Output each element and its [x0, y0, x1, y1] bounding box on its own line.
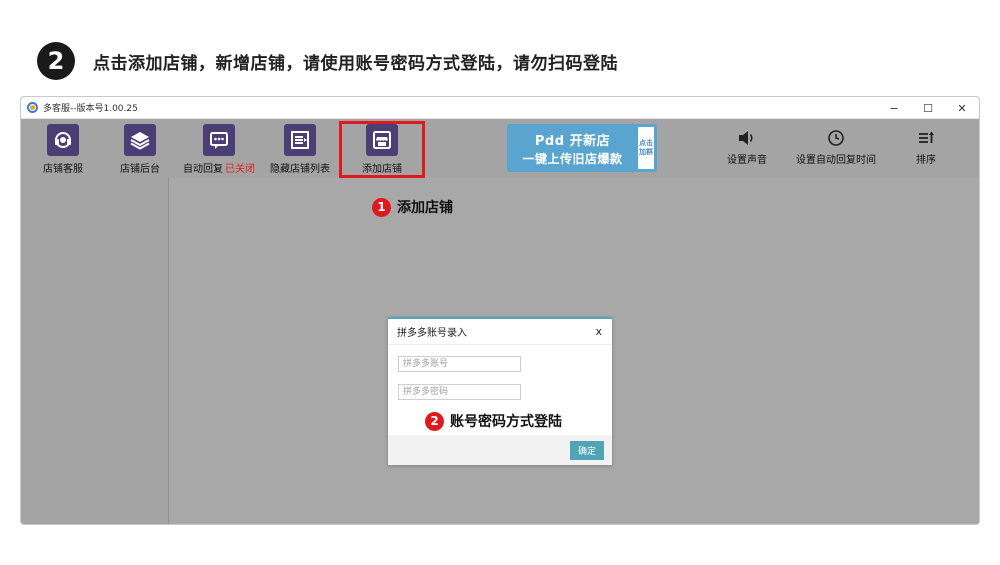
toolbar-shop-backend[interactable]: 店铺后台: [120, 124, 160, 175]
toolbar-label: 店铺后台: [120, 164, 160, 175]
toolbar-set-reply-time[interactable]: 设置自动回复时间: [796, 129, 876, 166]
promo-banner[interactable]: Pdd 开新店 一键上传旧店爆款 点击加群: [507, 124, 657, 172]
dialog-footer: 确定: [388, 435, 612, 465]
password-input[interactable]: [398, 384, 521, 400]
close-window-button[interactable]: ✕: [945, 97, 979, 119]
shop-list-sidebar: [21, 178, 169, 524]
toolbar-label: 排序: [916, 155, 936, 166]
callout-add-shop: 1 添加店铺: [372, 197, 453, 217]
callout-text: 添加店铺: [397, 200, 453, 216]
layers-icon: [124, 124, 156, 156]
toolbar-shop-service[interactable]: 店铺客服: [43, 124, 83, 175]
dialog-header: 拼多多账号录入 x: [388, 319, 612, 345]
banner-text: Pdd 开新店 一键上传旧店爆款: [507, 124, 638, 172]
pdd-account-dialog: 拼多多账号录入 x 确定: [388, 317, 612, 465]
callout-login-method: 2 账号密码方式登陆: [425, 411, 562, 431]
auto-reply-label: 自动回复: [183, 164, 223, 175]
app-logo-icon: [27, 102, 38, 113]
join-group-button[interactable]: 点击加群: [638, 127, 654, 169]
toolbar-hide-shop-list[interactable]: 隐藏店铺列表: [270, 124, 330, 175]
callout-text: 账号密码方式登陆: [450, 414, 562, 430]
toolbar-label: 自动回复 已关闭: [183, 160, 255, 175]
window-titlebar: 多客服--版本号1.00.25 − ☐ ✕: [21, 97, 979, 119]
auto-reply-status: 已关闭: [225, 164, 255, 175]
toolbar-label: 隐藏店铺列表: [270, 164, 330, 175]
window-controls: − ☐ ✕: [877, 97, 979, 119]
callout-number: 2: [425, 411, 444, 431]
headset-icon: [47, 124, 79, 156]
list-collapse-icon: [284, 124, 316, 156]
step-number-badge: 2: [37, 42, 75, 80]
chat-bubble-icon: [203, 124, 235, 156]
banner-line2: 一键上传旧店爆款: [522, 151, 623, 166]
main-toolbar: 店铺客服 店铺后台 自动回复 已关闭 隐藏店铺列表 添加店铺 Pdd 开新店 一…: [21, 119, 979, 178]
toolbar-label: 设置自动回复时间: [796, 155, 876, 166]
toolbar-auto-reply[interactable]: 自动回复 已关闭: [183, 124, 255, 175]
toolbar-set-sound[interactable]: 设置声音: [727, 129, 767, 166]
toolbar-label: 店铺客服: [43, 164, 83, 175]
add-shop-highlight: [339, 121, 425, 178]
dialog-close-button[interactable]: x: [595, 325, 602, 338]
username-input[interactable]: [398, 356, 521, 372]
toolbar-label: 设置声音: [727, 155, 767, 166]
confirm-button[interactable]: 确定: [570, 441, 604, 460]
sort-icon: [919, 131, 934, 143]
minimize-button[interactable]: −: [877, 97, 911, 119]
banner-line1: Pdd 开新店: [534, 133, 611, 149]
clock-icon: [828, 130, 844, 146]
window-title: 多客服--版本号1.00.25: [43, 104, 138, 114]
step-instruction: 点击添加店铺，新增店铺，请使用账号密码方式登陆，请勿扫码登陆: [93, 53, 618, 74]
step-header: 2 点击添加店铺，新增店铺，请使用账号密码方式登陆，请勿扫码登陆: [37, 42, 618, 80]
tutorial-page: 2 点击添加店铺，新增店铺，请使用账号密码方式登陆，请勿扫码登陆 多客服--版本…: [0, 0, 1000, 565]
toolbar-sort[interactable]: 排序: [916, 129, 936, 166]
speaker-icon: [739, 131, 753, 145]
callout-number: 1: [372, 197, 391, 217]
dialog-title: 拼多多账号录入: [397, 328, 467, 339]
maximize-button[interactable]: ☐: [911, 97, 945, 119]
